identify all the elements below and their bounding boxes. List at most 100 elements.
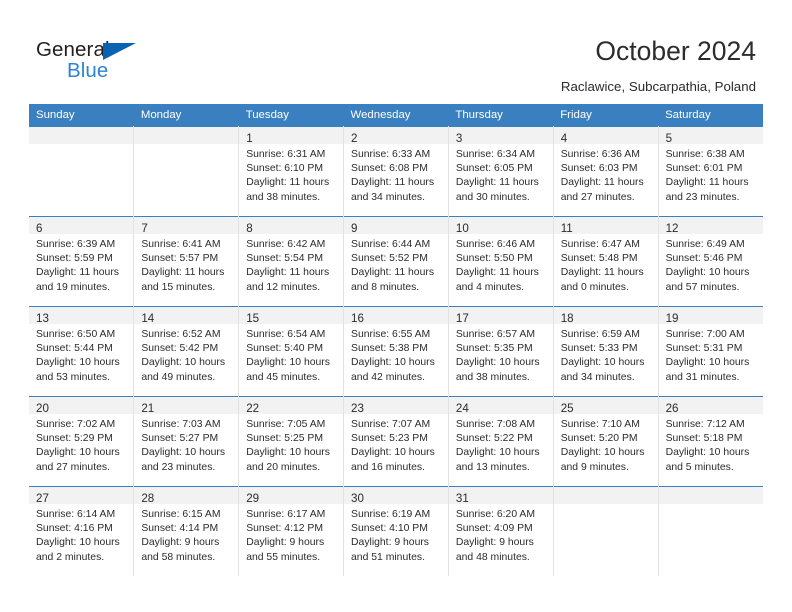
day-number-strip: 1 [239,127,344,145]
day-cell[interactable]: 23 Sunrise: 7:07 AM Sunset: 5:23 PM Dayligh… [343,396,449,487]
day-cell[interactable]: 25 Sunrise: 7:10 AM Sunset: 5:20 PM Dayligh… [553,396,659,487]
day-details: Sunrise: 7:05 AM Sunset: 5:25 PM Daylight:… [239,414,343,475]
sunset-text: Sunset: 5:33 PM [560,343,638,355]
day-details: Sunrise: 6:36 AM Sunset: 6:03 PM Daylight:… [554,144,658,205]
day-number: 15 [246,312,260,325]
daylight-text-line2: and 49 minutes. [141,371,216,383]
daylight-text-line2: and 34 minutes. [351,191,425,203]
day-number-strip: 17 [448,307,553,325]
day-number-strip: 31 [448,487,553,505]
calendar-week-row: 20 Sunrise: 7:02 AM Sunset: 5:29 PM Dayligh… [29,396,763,487]
daylight-text-line1: Daylight: 11 hours [246,177,330,189]
day-cell[interactable]: 28 Sunrise: 6:15 AM Sunset: 4:14 PM Dayligh… [133,486,240,576]
day-cell[interactable]: 19 Sunrise: 7:00 AM Sunset: 5:31 PM Dayligh… [658,306,763,397]
day-number: 1 [246,132,253,145]
day-cell[interactable]: 22 Sunrise: 7:05 AM Sunset: 5:25 PM Dayligh… [238,396,345,487]
sunrise-text: Sunrise: 6:46 AM [455,239,536,250]
daylight-text-line2: and 20 minutes. [246,461,321,473]
day-number: 20 [36,402,49,415]
calendar-week-row: 27 Sunrise: 6:14 AM Sunset: 4:16 PM Dayligh… [29,486,763,576]
day-cell[interactable]: 3 Sunrise: 6:34 AM Sunset: 6:05 PM Daylight… [448,126,554,217]
day-cell[interactable]: 2 Sunrise: 6:33 AM Sunset: 6:08 PM Daylight… [343,126,449,217]
day-cell[interactable]: 30 Sunrise: 6:19 AM Sunset: 4:10 PM Dayligh… [343,486,449,576]
day-details: Sunrise: 7:07 AM Sunset: 5:23 PM Daylight:… [344,414,448,475]
day-number: 21 [141,402,155,415]
daylight-text-line1: Daylight: 10 hours [36,447,120,459]
daylight-text-line2: and 53 minutes. [36,371,110,383]
day-cell[interactable]: 27 Sunrise: 6:14 AM Sunset: 4:16 PM Dayligh… [29,486,135,576]
day-cell[interactable]: 4 Sunrise: 6:36 AM Sunset: 6:03 PM Daylight… [553,126,659,217]
sunrise-text: Sunrise: 6:38 AM [665,149,745,160]
day-details: Sunrise: 6:54 AM Sunset: 5:40 PM Daylight:… [239,324,343,385]
day-cell[interactable]: 13 Sunrise: 6:50 AM Sunset: 5:44 PM Dayligh… [29,306,135,397]
day-cell[interactable]: 11 Sunrise: 6:47 AM Sunset: 5:48 PM Dayligh… [553,216,659,307]
day-cell[interactable]: 17 Sunrise: 6:57 AM Sunset: 5:35 PM Dayligh… [448,306,554,397]
day-number-strip: 3 [448,127,553,145]
day-details: Sunrise: 6:41 AM Sunset: 5:57 PM Daylight:… [134,234,238,295]
daylight-text-line2: and 38 minutes. [455,371,530,383]
sunset-text: Sunset: 5:57 PM [141,253,219,265]
day-number-strip [134,127,239,144]
day-number: 13 [36,312,49,325]
day-cell[interactable]: 20 Sunrise: 7:02 AM Sunset: 5:29 PM Dayligh… [29,396,135,487]
day-number: 12 [665,222,679,235]
day-number-strip [658,487,763,504]
sunrise-text: Sunrise: 6:20 AM [455,509,536,520]
sunset-text: Sunset: 5:52 PM [351,253,428,265]
day-cell[interactable]: 29 Sunrise: 6:17 AM Sunset: 4:12 PM Dayligh… [238,486,345,576]
day-number-strip: 19 [658,307,763,325]
day-cell[interactable]: 26 Sunrise: 7:12 AM Sunset: 5:18 PM Dayligh… [658,396,763,487]
day-details: Sunrise: 6:47 AM Sunset: 5:48 PM Daylight:… [554,234,658,295]
sunrise-text: Sunrise: 6:42 AM [246,239,326,250]
sunset-text: Sunset: 5:25 PM [246,433,324,445]
day-number: 3 [455,132,463,145]
sunrise-text: Sunrise: 7:08 AM [455,419,536,430]
daylight-text-line2: and 8 minutes. [351,281,420,293]
sunrise-text: Sunrise: 6:55 AM [351,329,431,340]
day-number: 29 [246,492,260,505]
day-number-strip: 2 [344,127,448,145]
day-cell[interactable]: 16 Sunrise: 6:55 AM Sunset: 5:38 PM Dayligh… [343,306,449,397]
day-number-strip: 27 [29,487,134,505]
sunrise-text: Sunrise: 6:31 AM [246,149,326,160]
daylight-text-line1: Daylight: 10 hours [665,267,750,279]
day-number: 30 [351,492,364,505]
day-cell[interactable]: 15 Sunrise: 6:54 AM Sunset: 5:40 PM Dayligh… [238,306,345,397]
day-details: Sunrise: 6:46 AM Sunset: 5:50 PM Daylight:… [449,234,553,295]
day-cell[interactable]: 8 Sunrise: 6:42 AM Sunset: 5:54 PM Daylight… [238,216,345,307]
day-cell[interactable]: 31 Sunrise: 6:20 AM Sunset: 4:09 PM Dayligh… [448,486,554,576]
sunset-text: Sunset: 5:46 PM [665,253,743,265]
sunset-text: Sunset: 6:03 PM [560,163,638,175]
daylight-text-line2: and 12 minutes. [246,281,321,293]
day-number-strip: 15 [239,307,344,325]
daylight-text-line2: and 2 minutes. [36,551,105,563]
daylight-text-line2: and 19 minutes. [36,281,110,293]
day-cell[interactable]: 18 Sunrise: 6:59 AM Sunset: 5:33 PM Dayligh… [553,306,659,397]
daylight-text-line2: and 57 minutes. [665,281,740,293]
day-cell[interactable]: 9 Sunrise: 6:44 AM Sunset: 5:52 PM Daylight… [343,216,449,307]
day-details: Sunrise: 7:03 AM Sunset: 5:27 PM Daylight:… [134,414,238,475]
sunset-text: Sunset: 4:10 PM [351,523,428,535]
day-cell[interactable]: 24 Sunrise: 7:08 AM Sunset: 5:22 PM Dayligh… [448,396,554,487]
day-cell-empty [29,126,135,217]
day-details: Sunrise: 7:02 AM Sunset: 5:29 PM Daylight:… [29,414,133,475]
day-number: 19 [665,312,679,325]
day-cell[interactable]: 6 Sunrise: 6:39 AM Sunset: 5:59 PM Daylight… [29,216,135,307]
sunrise-text: Sunrise: 7:10 AM [560,419,640,430]
daylight-text-line1: Daylight: 10 hours [455,357,540,369]
calendar-week-row: 6 Sunrise: 6:39 AM Sunset: 5:59 PM Daylight… [29,216,763,307]
day-cell[interactable]: 14 Sunrise: 6:52 AM Sunset: 5:42 PM Dayligh… [133,306,240,397]
day-cell[interactable]: 12 Sunrise: 6:49 AM Sunset: 5:46 PM Dayligh… [658,216,763,307]
day-cell-empty [133,126,240,217]
sunrise-text: Sunrise: 6:39 AM [36,239,116,250]
day-details: Sunrise: 6:33 AM Sunset: 6:08 PM Daylight:… [344,144,448,205]
daylight-text-line1: Daylight: 10 hours [665,447,750,459]
day-cell[interactable]: 1 Sunrise: 6:31 AM Sunset: 6:10 PM Daylight… [238,126,345,217]
day-cell[interactable]: 5 Sunrise: 6:38 AM Sunset: 6:01 PM Daylight… [658,126,763,217]
day-cell[interactable]: 7 Sunrise: 6:41 AM Sunset: 5:57 PM Daylight… [133,216,240,307]
logo-triangle-icon [103,43,136,60]
sunrise-text: Sunrise: 6:59 AM [560,329,640,340]
day-cell[interactable]: 10 Sunrise: 6:46 AM Sunset: 5:50 PM Dayligh… [448,216,554,307]
day-cell[interactable]: 21 Sunrise: 7:03 AM Sunset: 5:27 PM Dayligh… [133,396,240,487]
day-number: 31 [455,492,469,505]
